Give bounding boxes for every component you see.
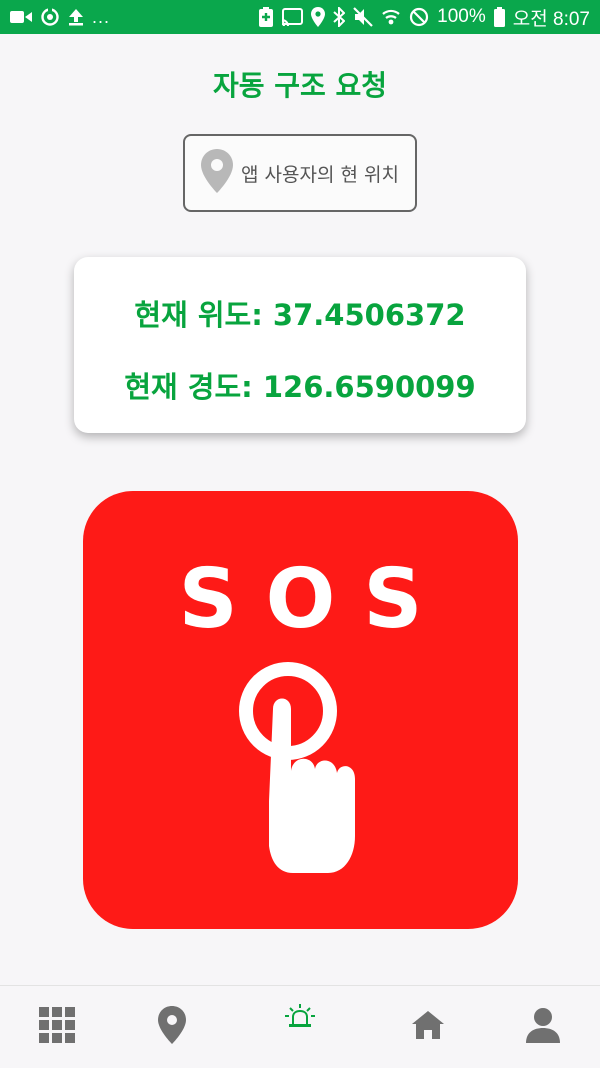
clock: 오전 8:07 [512, 8, 590, 30]
upload-arrow-icon [68, 7, 84, 27]
sos-button[interactable]: SOS [83, 491, 518, 929]
current-location-label: 앱 사용자의 현 위치 [241, 163, 399, 186]
siren-icon [285, 1004, 315, 1032]
status-bar: ... 100% 오전 8:07 [0, 0, 600, 34]
nav-item-home[interactable] [388, 986, 468, 1068]
status-bar-left: ... [10, 7, 110, 28]
current-location-button[interactable]: 앱 사용자의 현 위치 [183, 134, 417, 212]
location-pin-icon [201, 149, 234, 197]
wifi-icon [381, 7, 401, 27]
nav-item-sos[interactable] [260, 986, 340, 1068]
sos-label: SOS [178, 552, 451, 647]
person-icon [526, 1007, 560, 1047]
nav-item-profile[interactable] [503, 986, 583, 1068]
battery-icon [493, 7, 505, 27]
battery-saver-icon [259, 7, 274, 27]
nav-item-menu[interactable] [17, 986, 97, 1068]
home-icon [412, 1011, 444, 1043]
notification-overflow: ... [92, 6, 111, 27]
longitude-text: 현재 경도: 126.6590099 [124, 370, 476, 404]
coordinates-card: 현재 위도: 37.4506372 현재 경도: 126.6590099 [74, 257, 526, 433]
cast-icon [281, 7, 304, 27]
nav-item-location[interactable] [132, 986, 212, 1068]
do-not-disturb-icon [409, 7, 429, 27]
grid-icon [39, 1007, 75, 1047]
mute-icon [353, 7, 373, 27]
location-pin-icon [311, 7, 326, 27]
bottom-navigation [0, 985, 600, 1068]
latitude-text: 현재 위도: 37.4506372 [134, 298, 466, 332]
video-camera-icon [10, 7, 32, 27]
location-pin-icon [158, 1006, 186, 1048]
status-bar-right: 100% 오전 8:07 [259, 4, 590, 31]
page-title: 자동 구조 요청 [212, 69, 388, 102]
circular-arrows-icon [40, 7, 60, 27]
finger-press-icon [233, 651, 373, 885]
battery-percent: 100% [437, 6, 486, 27]
bluetooth-icon [333, 7, 346, 27]
